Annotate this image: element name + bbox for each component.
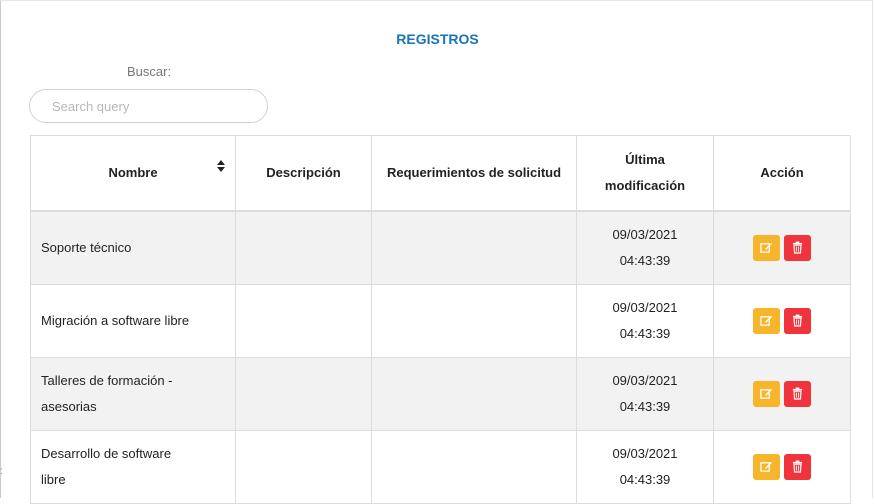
table-row: Talleres de formación - asesorias 09/03/2…	[30, 357, 851, 431]
page-title: REGISTROS	[396, 31, 479, 47]
cell-nombre-text: Migración a software libre	[41, 313, 190, 328]
delete-button[interactable]	[784, 308, 811, 335]
edit-icon	[760, 315, 773, 330]
cell-date: 09/03/2021	[612, 446, 678, 461]
trash-icon	[792, 241, 803, 257]
trash-icon	[792, 387, 803, 403]
search-input[interactable]	[29, 89, 268, 123]
delete-button[interactable]	[784, 235, 811, 262]
cell-requerimientos	[371, 357, 577, 431]
table-header-row: Nombre Descripción Requerimientos de sol…	[30, 135, 851, 212]
cell-accion	[713, 284, 851, 358]
cell-time: 04:43:39	[619, 472, 671, 487]
column-header-requerimientos[interactable]: Requerimientos de solicitud	[371, 135, 577, 212]
delete-button[interactable]	[784, 381, 811, 408]
cell-descripcion	[235, 357, 372, 431]
cell-nombre: Desarrollo de software libre	[30, 430, 236, 504]
records-table: Nombre Descripción Requerimientos de sol…	[30, 135, 851, 504]
cell-time: 04:43:39	[619, 326, 671, 341]
search-label: Buscar:	[127, 64, 172, 79]
column-header-label: Acción	[760, 165, 804, 180]
cell-nombre: Migración a software libre	[30, 284, 236, 358]
column-header-ultima-modificacion[interactable]: Última modificación	[576, 135, 714, 212]
edit-icon	[760, 388, 773, 403]
cell-descripcion	[235, 284, 372, 358]
cell-date: 09/03/2021	[612, 373, 678, 388]
edit-button[interactable]	[753, 381, 780, 408]
cell-descripcion	[235, 210, 372, 285]
cell-accion	[713, 430, 851, 504]
cell-time: 04:43:39	[619, 253, 671, 268]
cell-nombre: Soporte técnico	[30, 210, 236, 285]
table-row: Soporte técnico 09/03/2021 04:43:39	[30, 210, 851, 285]
cell-requerimientos	[371, 430, 577, 504]
cell-nombre-text: Talleres de formación - asesorias	[41, 373, 173, 414]
cell-time: 04:43:39	[619, 399, 671, 414]
cell-requerimientos	[371, 284, 577, 358]
edit-icon	[760, 461, 773, 476]
cell-nombre: Talleres de formación - asesorias	[30, 357, 236, 431]
delete-button[interactable]	[784, 454, 811, 481]
cell-requerimientos	[371, 210, 577, 285]
cell-nombre-text: Desarrollo de software libre	[41, 446, 172, 487]
edit-icon	[760, 242, 773, 257]
column-header-accion: Acción	[713, 135, 851, 212]
cell-date: 09/03/2021	[612, 300, 678, 315]
column-header-nombre[interactable]: Nombre	[30, 135, 236, 212]
column-header-label: Nombre	[108, 165, 158, 180]
edit-button[interactable]	[753, 235, 780, 262]
table-row: Desarrollo de software libre 09/03/2021 04…	[30, 430, 851, 504]
trash-icon	[792, 314, 803, 330]
edit-button[interactable]	[753, 308, 780, 335]
column-header-label: Requerimientos de solicitud	[386, 165, 562, 180]
column-header-label: Descripción	[266, 165, 341, 180]
edit-button[interactable]	[753, 454, 780, 481]
cell-ultima-modificacion: 09/03/2021 04:43:39	[576, 430, 714, 504]
sort-icon[interactable]	[217, 160, 225, 174]
column-header-label: Última modificación	[604, 152, 686, 193]
trash-icon	[792, 460, 803, 476]
cell-descripcion	[235, 430, 372, 504]
column-header-descripcion[interactable]: Descripción	[235, 135, 372, 212]
cell-ultima-modificacion: 09/03/2021 04:43:39	[576, 284, 714, 358]
table-row: Migración a software libre 09/03/2021 04:4…	[30, 284, 851, 358]
edge-marker: :	[0, 466, 3, 477]
cell-date: 09/03/2021	[612, 227, 678, 242]
cell-nombre-text: Soporte técnico	[41, 240, 132, 255]
cell-accion	[713, 210, 851, 285]
cell-ultima-modificacion: 09/03/2021 04:43:39	[576, 210, 714, 285]
cell-ultima-modificacion: 09/03/2021 04:43:39	[576, 357, 714, 431]
cell-accion	[713, 357, 851, 431]
